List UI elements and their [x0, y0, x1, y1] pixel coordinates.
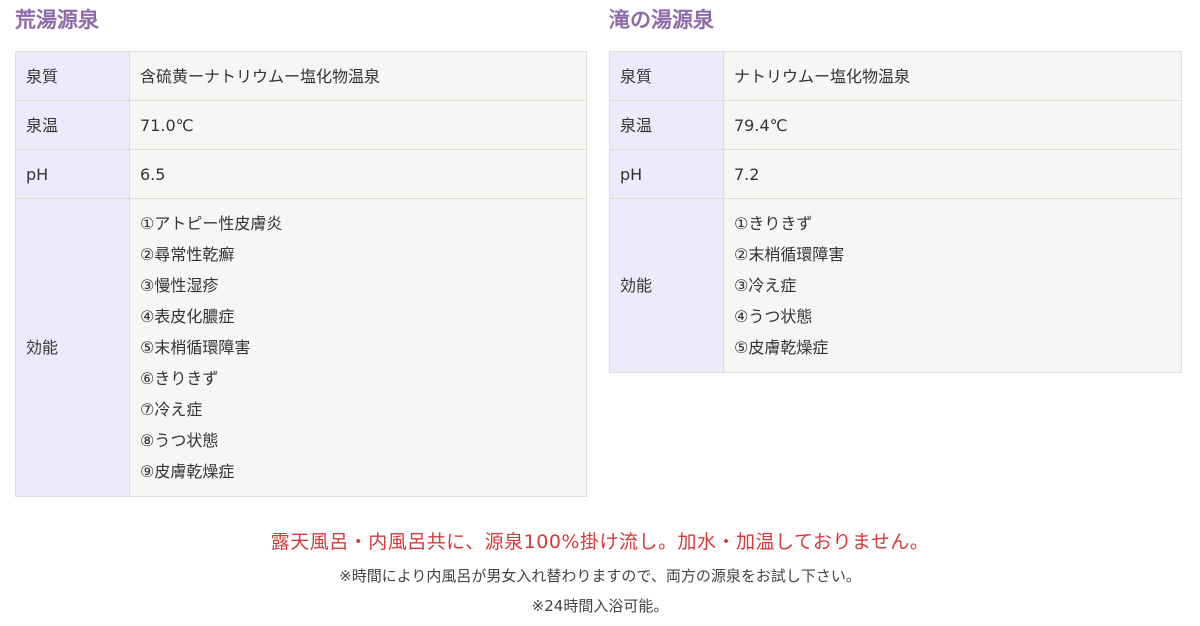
row-label: 効能 [15, 198, 130, 497]
effect-item: ⑤皮膚乾燥症 [734, 338, 829, 357]
table-row-effects: 効能 ①きりきず ②末梢循環障害 ③冷え症 ④うつ状態 ⑤皮膚乾燥症 [609, 198, 1182, 373]
row-value: 79.4℃ [723, 100, 1182, 150]
effect-item: ④うつ状態 [734, 307, 813, 326]
effects-list: ①アトピー性皮膚炎 ②尋常性乾癬 ③慢性湿疹 ④表皮化膿症 ⑤末梢循環障害 ⑥き… [129, 198, 587, 497]
effect-item: ⑨皮膚乾燥症 [140, 462, 235, 481]
panel-title: 滝の湯源泉 [609, 7, 714, 32]
row-value: ナトリウムー塩化物温泉 [723, 51, 1182, 101]
row-label: 泉温 [609, 100, 724, 150]
spring-spec-table: 泉質 ナトリウムー塩化物温泉 泉温 79.4℃ pH 7.2 効能 ①きりきず … [609, 51, 1182, 373]
effect-item: ②末梢循環障害 [734, 245, 845, 264]
notice-sub: ※時間により内風呂が男女入れ替わりますので、両方の源泉をお試し下さい。 [339, 567, 861, 585]
effects-list: ①きりきず ②末梢循環障害 ③冷え症 ④うつ状態 ⑤皮膚乾燥症 [723, 198, 1182, 373]
effect-item: ①きりきず [734, 214, 813, 233]
row-value: 7.2 [723, 149, 1182, 199]
effect-item: ⑤末梢循環障害 [140, 338, 251, 357]
effect-item: ③慢性湿疹 [140, 276, 219, 295]
row-value: 71.0℃ [129, 100, 587, 150]
row-label: pH [15, 149, 130, 199]
effect-item: ④表皮化膿症 [140, 307, 235, 326]
table-row-temperature: 泉温 71.0℃ [15, 100, 587, 150]
row-value: 6.5 [129, 149, 587, 199]
notice-sub: ※24時間入浴可能。 [531, 597, 669, 615]
row-label: pH [609, 149, 724, 199]
effect-item: ①アトピー性皮膚炎 [140, 214, 283, 233]
row-label: 泉温 [15, 100, 130, 150]
effect-item: ②尋常性乾癬 [140, 245, 235, 264]
table-row-ph: pH 6.5 [15, 149, 587, 199]
effect-item: ⑦冷え症 [140, 400, 203, 419]
table-row-quality: 泉質 ナトリウムー塩化物温泉 [609, 51, 1182, 101]
panel-title: 荒湯源泉 [15, 7, 99, 32]
row-value: 含硫黄ーナトリウムー塩化物温泉 [129, 51, 587, 101]
effect-item: ⑥きりきず [140, 369, 219, 388]
effect-item: ③冷え症 [734, 276, 797, 295]
table-row-effects: 効能 ①アトピー性皮膚炎 ②尋常性乾癬 ③慢性湿疹 ④表皮化膿症 ⑤末梢循環障害… [15, 198, 587, 497]
table-row-temperature: 泉温 79.4℃ [609, 100, 1182, 150]
effect-item: ⑧うつ状態 [140, 431, 219, 450]
row-label: 泉質 [609, 51, 724, 101]
notice-main: 露天風呂・内風呂共に、源泉100%掛け流し。加水・加温しておりません。 [270, 531, 930, 553]
table-row-ph: pH 7.2 [609, 149, 1182, 199]
spring-spec-table: 泉質 含硫黄ーナトリウムー塩化物温泉 泉温 71.0℃ pH 6.5 効能 ①ア… [15, 51, 587, 497]
table-row-quality: 泉質 含硫黄ーナトリウムー塩化物温泉 [15, 51, 587, 101]
row-label: 効能 [609, 198, 724, 373]
row-label: 泉質 [15, 51, 130, 101]
